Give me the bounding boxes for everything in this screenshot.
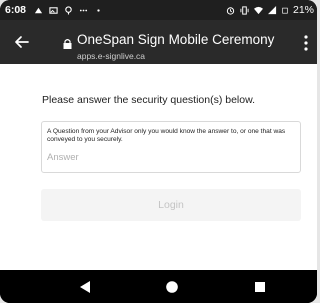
question-card: A Question from your Advisor only you wo… [41,121,301,173]
phone-screen: 6:08 21% OneSpan Sign Mobile Ceremony ap… [0,0,317,303]
image-icon [49,6,58,14]
battery-percent: 21% [292,4,314,16]
battery-icon [282,7,288,14]
location-icon [65,5,72,15]
status-bar: 6:08 21% [0,0,317,20]
security-question-text: A Question from your Advisor only you wo… [47,128,286,144]
signal-icon [267,5,277,14]
vibrate-icon [240,5,249,15]
dots-icon [79,9,88,11]
nav-back-icon[interactable] [80,281,91,293]
notification-icon [34,7,43,13]
app-bar: OneSpan Sign Mobile Ceremony apps.e-sign… [0,20,317,64]
status-time: 6:08 [5,4,27,16]
page-url: apps.e-signlive.ca [77,51,146,61]
android-nav-bar [0,270,317,303]
wifi-icon [253,6,263,14]
security-question-page: Please answer the security question(s) b… [0,64,317,270]
alarm-icon [226,6,235,15]
security-prompt: Please answer the security question(s) b… [42,94,256,106]
nav-home-icon[interactable] [166,281,178,293]
small-dot-icon [97,8,100,12]
arrow-left-icon[interactable] [12,32,32,52]
nav-recents-icon[interactable] [255,282,265,292]
login-button[interactable]: Login [41,189,301,221]
kebab-menu-icon[interactable] [301,34,311,52]
answer-input[interactable] [47,150,287,164]
lock-icon [63,39,72,49]
page-title: OneSpan Sign Mobile Ceremony [77,32,275,47]
